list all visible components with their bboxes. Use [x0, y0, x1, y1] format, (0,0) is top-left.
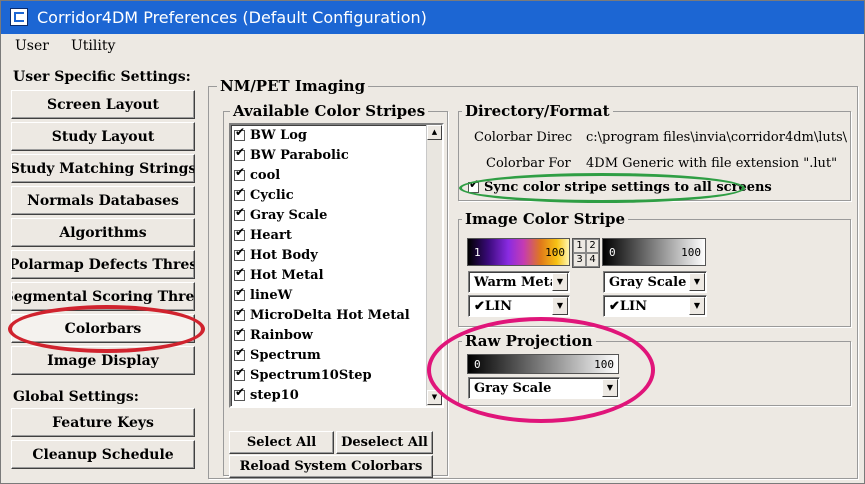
colorbar-format-label: Colorbar For	[486, 156, 571, 171]
color-stripes-list[interactable]: ✔ BW Log ✔ BW Parabolic ✔ cool ✔ Cyclic ✔ Gra…	[229, 123, 444, 408]
sync-checkbox-row[interactable]: ✔ Sync color stripe settings to all scre…	[468, 178, 772, 195]
chevron-down-icon[interactable]: ▼	[689, 297, 705, 315]
menu-user[interactable]: User	[15, 38, 49, 54]
list-item[interactable]: ✔ step10	[234, 385, 299, 405]
checkbox[interactable]: ✔	[234, 166, 245, 181]
chevron-down-icon[interactable]: ▼	[689, 273, 705, 291]
checkbox[interactable]: ✔	[234, 146, 245, 161]
raw-projection-colormap-select[interactable]: Gray Scale ▼	[468, 377, 620, 399]
checkbox[interactable]: ✔	[234, 266, 245, 281]
checkbox[interactable]: ✔	[234, 246, 245, 261]
colorbar-dir-label: Colorbar Direc	[474, 130, 573, 145]
checkbox[interactable]: ✔	[234, 366, 245, 381]
nav-segmental-scoring-thres[interactable]: Segmental Scoring Thres	[11, 282, 195, 311]
right-scale-select[interactable]: ✔LIN ▼	[603, 295, 707, 317]
chevron-down-icon[interactable]: ▼	[552, 297, 568, 315]
colorbar-dir-value: c:\program files\invia\corridor4dm\luts\	[586, 130, 848, 145]
select-all-button[interactable]: Select All	[229, 431, 334, 454]
left-scale-select[interactable]: ✔LIN ▼	[468, 295, 570, 317]
directory-format-title: Directory/Format	[462, 102, 613, 120]
checkbox[interactable]: ✔	[234, 126, 245, 141]
color-stripes-title: Available Color Stripes	[230, 102, 429, 120]
menu-bar: User Utility	[1, 34, 864, 60]
right-colormap-select[interactable]: Gray Scale ▼	[603, 271, 707, 293]
user-settings-header: User Specific Settings:	[13, 69, 191, 85]
sync-checkbox-label: Sync color stripe settings to all screen…	[484, 180, 772, 195]
list-item[interactable]: ✔ Cyclic	[234, 185, 294, 205]
list-item[interactable]: ✔ BW Parabolic	[234, 145, 349, 165]
nm-pet-title: NM/PET Imaging	[217, 77, 369, 95]
window-title: Corridor4DM Preferences (Default Configu…	[37, 8, 427, 27]
raw-projection-title: Raw Projection	[462, 332, 596, 350]
nav-algorithms[interactable]: Algorithms	[11, 218, 195, 247]
colorbar-format-value: 4DM Generic with file extension ".lut"	[586, 156, 838, 171]
list-item[interactable]: ✔ cool	[234, 165, 280, 185]
colorbar-min: 0	[474, 358, 481, 371]
list-item[interactable]: ✔ BW Log	[234, 125, 307, 145]
colorbar-max: 100	[545, 246, 565, 259]
title-bar: Corridor4DM Preferences (Default Configu…	[1, 1, 864, 34]
scroll-up-icon[interactable]: ▲	[427, 125, 442, 140]
quadrant-selector[interactable]: 1 2 3 4	[572, 238, 600, 268]
list-item[interactable]: ✔ Spectrum10Step	[234, 365, 372, 385]
warm-metal-colorbar: 1 100	[467, 238, 570, 266]
scroll-down-icon[interactable]: ▼	[427, 390, 442, 405]
nav-study-matching-strings[interactable]: Study Matching Strings	[11, 154, 195, 183]
checkbox[interactable]: ✔	[234, 386, 245, 401]
checkbox[interactable]: ✔	[234, 326, 245, 341]
left-colormap-select[interactable]: Warm Metal ▼	[468, 271, 570, 293]
quadrant-4[interactable]: 4	[586, 253, 599, 267]
checkbox[interactable]: ✔	[234, 346, 245, 361]
global-settings-header: Global Settings:	[13, 389, 139, 405]
image-color-stripe-title: Image Color Stripe	[462, 210, 629, 228]
list-item[interactable]: ✔ lineW	[234, 285, 292, 305]
checkbox[interactable]: ✔	[234, 186, 245, 201]
raw-projection-colorbar: 0 100	[467, 354, 619, 374]
colorbar-min: 1	[474, 246, 481, 259]
list-item[interactable]: ✔ Hot Metal	[234, 265, 324, 285]
list-item[interactable]: ✔ Heart	[234, 225, 292, 245]
chevron-down-icon[interactable]: ▼	[552, 273, 568, 291]
nav-normals-databases[interactable]: Normals Databases	[11, 186, 195, 215]
quadrant-1[interactable]: 1	[573, 239, 586, 253]
checkbox[interactable]: ✔	[234, 226, 245, 241]
sync-checkbox[interactable]: ✔	[468, 178, 479, 193]
nav-feature-keys[interactable]: Feature Keys	[11, 408, 195, 437]
nav-image-display[interactable]: Image Display	[11, 346, 195, 375]
chevron-down-icon[interactable]: ▼	[602, 379, 618, 397]
quadrant-3[interactable]: 3	[573, 253, 586, 267]
preferences-window: Corridor4DM Preferences (Default Configu…	[0, 0, 865, 484]
list-item[interactable]: ✔ Rainbow	[234, 325, 313, 345]
quadrant-2[interactable]: 2	[586, 239, 599, 253]
gray-scale-colorbar: 0 100	[602, 238, 706, 266]
deselect-all-button[interactable]: Deselect All	[336, 431, 433, 454]
colorbar-max: 100	[681, 246, 701, 259]
nav-polarmap-defects-thres[interactable]: Polarmap Defects Thres	[11, 250, 195, 279]
nav-colorbars[interactable]: Colorbars	[11, 314, 195, 343]
nav-study-layout[interactable]: Study Layout	[11, 122, 195, 151]
menu-utility[interactable]: Utility	[71, 38, 115, 54]
colorbar-max: 100	[594, 358, 614, 371]
list-item[interactable]: ✔ MicroDelta Hot Metal	[234, 305, 410, 325]
nav-cleanup-schedule[interactable]: Cleanup Schedule	[11, 440, 195, 469]
list-item[interactable]: ✔ Spectrum	[234, 345, 321, 365]
checkbox[interactable]: ✔	[234, 286, 245, 301]
reload-colorbars-button[interactable]: Reload System Colorbars	[229, 455, 433, 478]
checkbox[interactable]: ✔	[234, 306, 245, 321]
app-icon	[10, 8, 28, 26]
list-item[interactable]: ✔ Hot Body	[234, 245, 318, 265]
checkbox[interactable]: ✔	[234, 206, 245, 221]
nav-screen-layout[interactable]: Screen Layout	[11, 90, 195, 119]
list-scrollbar[interactable]: ▲ ▼	[426, 125, 442, 406]
list-item[interactable]: ✔ Gray Scale	[234, 205, 327, 225]
colorbar-min: 0	[609, 246, 616, 259]
